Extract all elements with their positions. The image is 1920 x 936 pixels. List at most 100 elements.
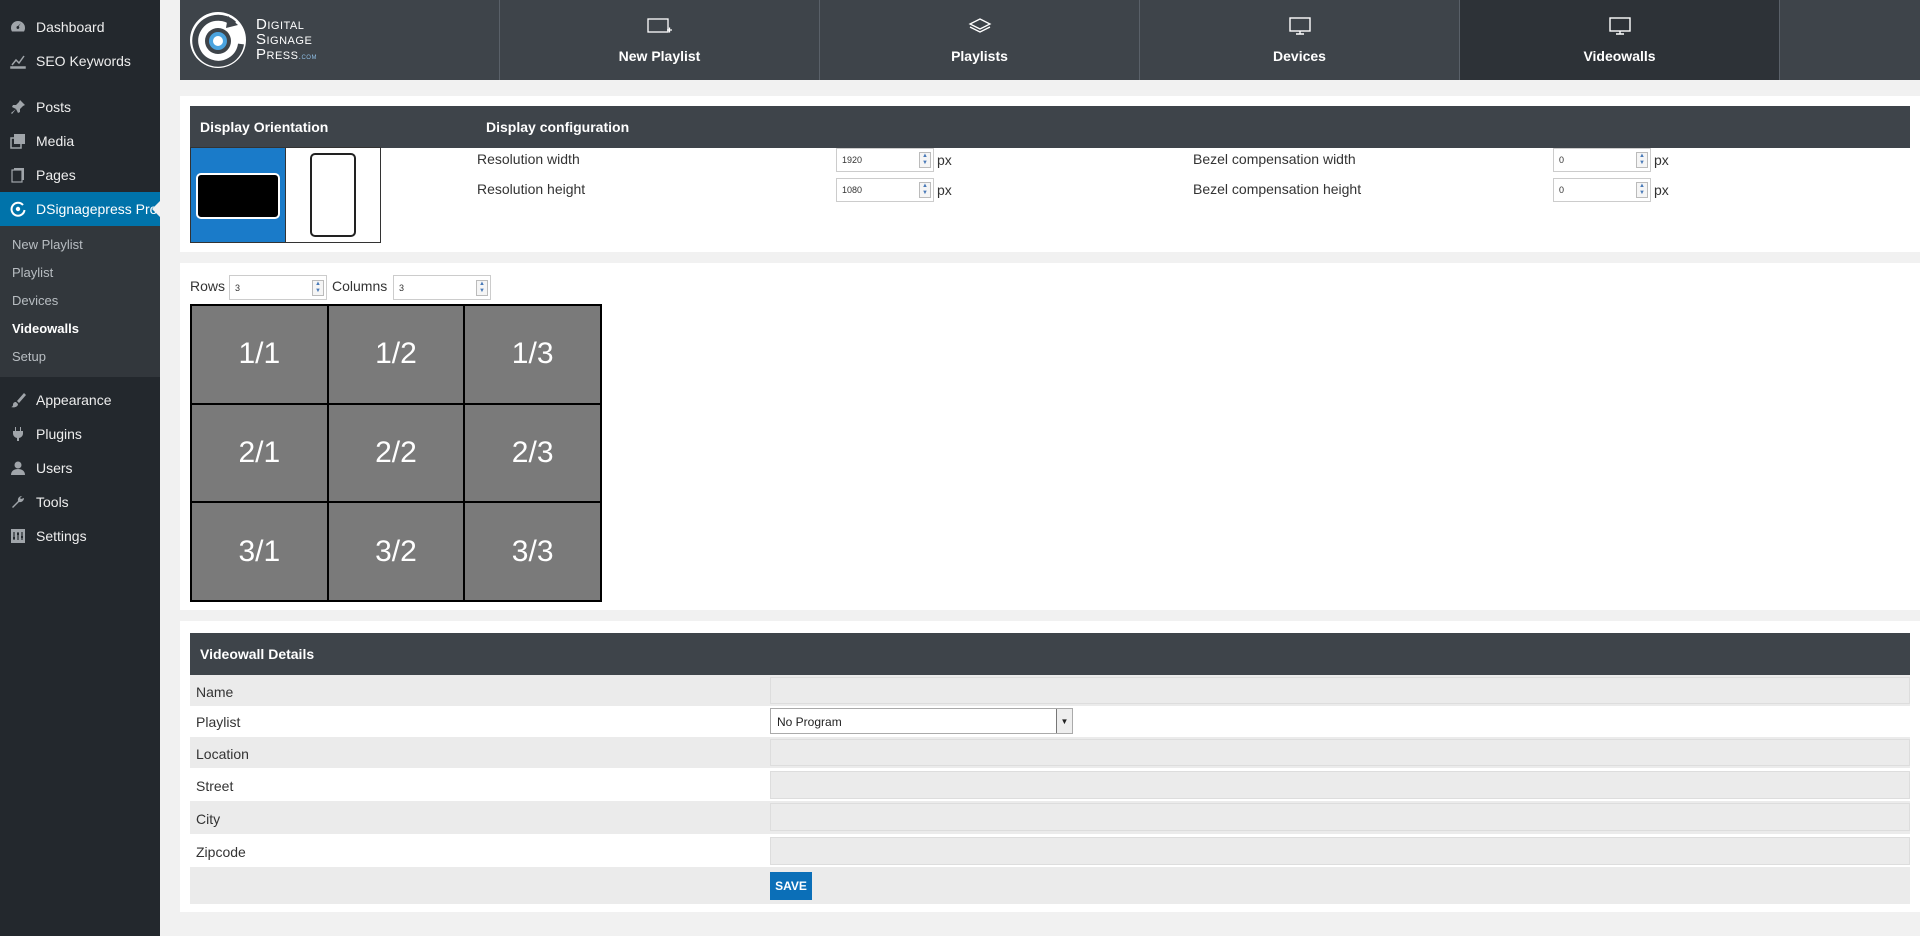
user-icon <box>10 460 26 476</box>
resolution-height-unit: px <box>937 182 952 198</box>
location-input[interactable] <box>770 739 1910 766</box>
columns-spinner[interactable]: ▲ ▼ <box>476 280 488 296</box>
logo-line-1: Digital <box>256 15 305 33</box>
resolution-width-spinner[interactable]: ▲ ▼ <box>919 152 931 168</box>
display-panel: Display Orientation Display configuratio… <box>180 96 1920 252</box>
nav-playlists[interactable]: Playlists <box>820 0 1140 80</box>
dsp-logo: Digital Signage Press.com <box>180 0 500 80</box>
menu-media[interactable]: Media <box>0 124 160 158</box>
bezel-height-spinner[interactable]: ▲ ▼ <box>1636 182 1648 198</box>
chevron-down-icon[interactable]: ▼ <box>1056 709 1072 733</box>
form-row-name: Name <box>190 675 1910 706</box>
orientation-landscape-button[interactable] <box>190 147 286 243</box>
resolution-height-input[interactable]: 1080 ▲ ▼ <box>836 178 934 202</box>
grid-cell-1-1[interactable]: 1/1 <box>192 306 327 403</box>
submenu-devices[interactable]: Devices <box>0 287 160 315</box>
rows-label: Rows <box>190 278 226 294</box>
videowall-details-title: Videowall Details <box>200 646 315 662</box>
pin-icon <box>10 99 26 115</box>
media-icon <box>10 133 26 149</box>
menu-tools[interactable]: Tools <box>0 485 160 519</box>
submenu-setup[interactable]: Setup <box>0 343 160 371</box>
submenu-playlist[interactable]: Playlist <box>0 259 160 287</box>
brush-icon <box>10 392 26 408</box>
form-row-save: SAVE <box>190 867 1910 904</box>
videowall-details-panel: Videowall Details Name Playlist No Progr… <box>180 621 1920 912</box>
menu-tools-label: Tools <box>36 494 69 510</box>
grid-cell-2-2[interactable]: 2/2 <box>328 404 464 502</box>
playlist-select[interactable]: No Program ▼ <box>770 708 1073 734</box>
resolution-width-input[interactable]: 1920 ▲ ▼ <box>836 148 934 172</box>
grid-cell-3-1[interactable]: 3/1 <box>192 503 327 600</box>
menu-seo-keywords-label: SEO Keywords <box>36 53 131 69</box>
monitor-icon <box>1288 17 1311 35</box>
nav-videowalls[interactable]: Videowalls <box>1460 0 1780 80</box>
menu-pages[interactable]: Pages <box>0 158 160 192</box>
grid-cell-1-3[interactable]: 1/3 <box>465 306 600 403</box>
dsp-logo-icon <box>190 12 246 68</box>
bezel-height-value: 0 <box>1559 185 1565 195</box>
name-input[interactable] <box>770 677 1910 704</box>
menu-seo-keywords[interactable]: SEO Keywords <box>0 44 160 78</box>
columns-input[interactable]: 3 ▲ ▼ <box>393 275 491 300</box>
menu-dsignagepress-pro-label: DSignagepress Pro <box>36 201 158 217</box>
grid-cell-3-3[interactable]: 3/3 <box>465 503 600 600</box>
resolution-width-label: Resolution width <box>477 151 580 167</box>
settings-icon <box>10 528 26 544</box>
menu-users[interactable]: Users <box>0 451 160 485</box>
street-label: Street <box>196 778 234 794</box>
dsp-logo-text: Digital Signage Press.com <box>256 17 317 64</box>
videowall-details-header: Videowall Details <box>190 633 1910 675</box>
resolution-height-spinner[interactable]: ▲ ▼ <box>919 182 931 198</box>
menu-plugins-label: Plugins <box>36 426 82 442</box>
nav-filler <box>1780 0 1920 80</box>
bezel-width-unit: px <box>1654 152 1669 168</box>
menu-settings-label: Settings <box>36 528 87 544</box>
menu-appearance[interactable]: Appearance <box>0 383 160 417</box>
location-label: Location <box>196 746 249 762</box>
street-input[interactable] <box>770 771 1910 799</box>
bezel-width-spinner[interactable]: ▲ ▼ <box>1636 152 1648 168</box>
logo-line-2: Signage <box>256 30 313 48</box>
menu-plugins[interactable]: Plugins <box>0 417 160 451</box>
seo-icon <box>10 53 26 69</box>
admin-sidebar: Dashboard SEO Keywords Posts Media Pages… <box>0 0 160 936</box>
nav-devices[interactable]: Devices <box>1140 0 1460 80</box>
grid-cell-2-3[interactable]: 2/3 <box>465 404 600 502</box>
bezel-height-input[interactable]: 0 ▲ ▼ <box>1553 178 1651 202</box>
menu-media-label: Media <box>36 133 75 149</box>
rows-spinner[interactable]: ▲ ▼ <box>312 280 324 296</box>
grid-cell-1-2[interactable]: 1/2 <box>328 306 464 403</box>
resolution-height-label: Resolution height <box>477 181 586 197</box>
dsp-submenu: New Playlist Playlist Devices Videowalls… <box>0 226 160 377</box>
menu-pages-label: Pages <box>36 167 76 183</box>
menu-posts[interactable]: Posts <box>0 90 160 124</box>
submenu-new-playlist[interactable]: New Playlist <box>0 231 160 259</box>
bezel-width-input[interactable]: 0 ▲ ▼ <box>1553 148 1651 172</box>
grid-cell-3-2[interactable]: 3/2 <box>328 503 464 600</box>
menu-dashboard[interactable]: Dashboard <box>0 10 160 44</box>
submenu-videowalls[interactable]: Videowalls <box>0 315 160 343</box>
nav-new-playlist[interactable]: New Playlist <box>500 0 820 80</box>
save-button[interactable]: SAVE <box>770 872 812 900</box>
resolution-width-value: 1920 <box>842 155 863 165</box>
rows-input[interactable]: 3 ▲ ▼ <box>229 275 327 300</box>
grid-cell-2-1[interactable]: 2/1 <box>192 404 327 502</box>
nav-playlists-label: Playlists <box>951 48 1008 64</box>
rows-value: 3 <box>235 283 241 293</box>
new-playlist-icon <box>646 18 672 33</box>
videowall-monitor-icon <box>1608 17 1631 35</box>
zipcode-input[interactable] <box>770 837 1910 865</box>
bezel-width-label: Bezel compensation width <box>1193 151 1356 167</box>
logo-line-3: Press.com <box>256 47 317 64</box>
landscape-screen-icon <box>196 173 280 219</box>
city-input[interactable] <box>770 803 1910 831</box>
display-header: Display Orientation Display configuratio… <box>190 106 1910 148</box>
menu-dsignagepress-pro[interactable]: DSignagepress Pro <box>0 192 160 226</box>
form-row-location: Location <box>190 737 1910 768</box>
nav-devices-label: Devices <box>1273 48 1326 64</box>
orientation-portrait-button[interactable] <box>285 147 381 243</box>
logo-suffix: .com <box>298 50 317 61</box>
playlist-select-value: No Program <box>777 715 842 729</box>
menu-settings[interactable]: Settings <box>0 519 160 553</box>
